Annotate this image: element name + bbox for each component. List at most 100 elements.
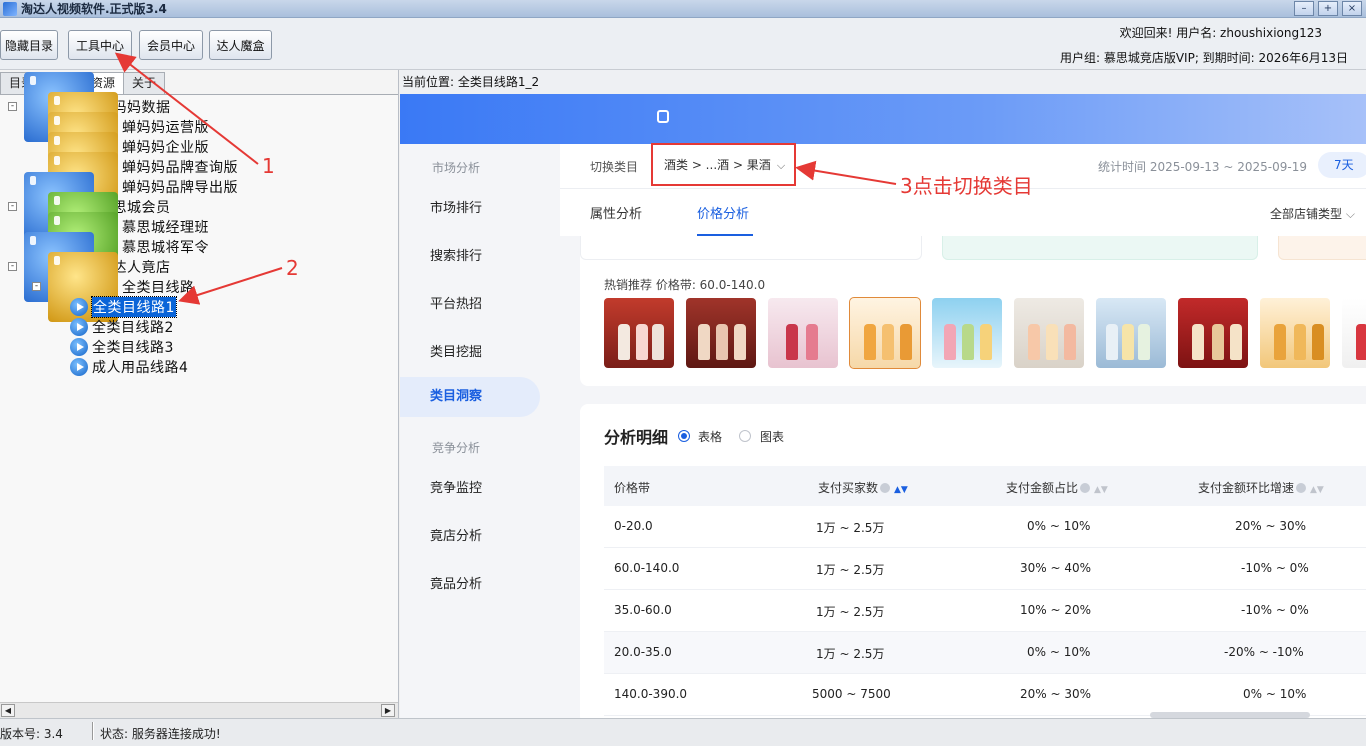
summary-card [1278, 236, 1366, 260]
nav-item-competition-monitor[interactable]: 竞争监控 [430, 477, 482, 496]
sort-icon[interactable]: ▲▼ [1310, 485, 1324, 495]
radio-table[interactable] [678, 430, 690, 442]
nav-item-product-analysis[interactable]: 竟品分析 [430, 573, 482, 592]
store-type-select[interactable]: 全部店铺类型 ⌵ [1270, 205, 1355, 222]
table-row: 35.0-60.0 1万 ~ 2.5万 10% ~ 20% -10% ~ 0% [604, 590, 1366, 632]
help-icon[interactable] [1296, 483, 1307, 493]
annotation-label-3: 3点击切换类目 [900, 174, 1033, 198]
maximize-button[interactable]: + [1318, 1, 1338, 16]
summary-card [580, 236, 922, 260]
scroll-right-icon[interactable]: ▶ [381, 704, 395, 717]
member-center-button[interactable]: 会员中心 [139, 30, 203, 60]
annotation-label-1: 1 [262, 154, 275, 178]
column-header[interactable]: 支付金额环比增速 ▲▼ [1198, 479, 1324, 496]
product-thumbnail[interactable] [1178, 298, 1248, 368]
hide-directory-button[interactable]: 隐藏目录 [0, 30, 58, 60]
welcome-text: 欢迎回来! 用户名: zhoushixiong123 [1119, 26, 1322, 40]
radio-chart[interactable] [739, 430, 751, 442]
collapse-icon[interactable]: - [8, 202, 17, 211]
product-thumbnail[interactable] [1014, 298, 1084, 368]
talent-box-button[interactable]: 达人魔盒 [209, 30, 272, 60]
web-view: 市场分析 市场排行 搜索排行 平台热招 类目挖掘 类目洞察 竞争分析 竞争监控 … [400, 94, 1366, 718]
user-group-text: 用户组: 慕思城竞店版VIP; 到期时间: 2026年6月13日 [1059, 51, 1348, 65]
column-header[interactable]: 支付金额占比 ▲▼ [1006, 479, 1108, 496]
table-row: 0-20.0 1万 ~ 2.5万 0% ~ 10% 20% ~ 30% [604, 506, 1366, 548]
collapse-icon[interactable]: - [8, 102, 17, 111]
nav-item-store-analysis[interactable]: 竟店分析 [430, 525, 482, 544]
chevron-down-icon: ⌵ [1345, 207, 1355, 221]
nav-item-market-rank[interactable]: 市场排行 [430, 197, 482, 216]
product-thumbnail[interactable] [686, 298, 756, 368]
stat-time: 统计时间 2025-09-13 ~ 2025-09-19 [1098, 160, 1307, 174]
tree-node-selected[interactable]: 全类目线路1 [70, 296, 177, 318]
annotation-highlight-box [651, 143, 796, 186]
product-thumbnail[interactable] [1096, 298, 1166, 368]
product-thumbnail[interactable] [1342, 298, 1366, 368]
detail-title: 分析明细 [604, 428, 669, 447]
tree-node[interactable]: 全类目线路2 [70, 317, 174, 337]
nav-section-competition: 竞争分析 [432, 441, 481, 455]
product-thumbnail[interactable] [604, 298, 674, 368]
close-button[interactable]: × [1342, 1, 1362, 16]
analysis-detail-card: 分析明细 表格 图表 价格带 支付买家数 ▲▼ 支付金额占比 ▲▼ 支付金额环比增速… [580, 404, 1366, 718]
shopping-bag-icon[interactable] [657, 110, 669, 123]
tab-attribute-analysis[interactable]: 属性分析 [590, 203, 642, 222]
app-icon [3, 1, 17, 16]
side-nav: 市场分析 市场排行 搜索排行 平台热招 类目挖掘 类目洞察 竞争分析 竞争监控 … [400, 144, 560, 718]
sort-icon[interactable]: ▲▼ [894, 485, 908, 495]
tab-about[interactable]: 关于 [123, 72, 166, 94]
nav-item-category-insight[interactable]: 类目洞察 [400, 377, 540, 417]
table-row: 20.0-35.0 1万 ~ 2.5万 0% ~ 10% -20% ~ -10% [604, 632, 1366, 674]
help-icon[interactable] [880, 483, 891, 493]
scroll-left-icon[interactable]: ◀ [1, 704, 15, 717]
switch-category-label: 切换类目 [590, 160, 639, 174]
product-thumbnail[interactable] [849, 297, 921, 369]
annotation-label-2: 2 [286, 256, 299, 280]
column-header: 价格带 [614, 481, 651, 495]
hot-products-card: 热销推荐 价格带: 60.0-140.0 [580, 236, 1366, 386]
status-divider [92, 722, 94, 740]
tree-node[interactable]: 全类目线路3 [70, 337, 174, 357]
tab-price-analysis[interactable]: 价格分析 [697, 203, 749, 222]
toolbar: 隐藏目录 工具中心 会员中心 达人魔盒 欢迎回来! 用户名: zhoushixi… [0, 18, 1366, 70]
table-row: 60.0-140.0 1万 ~ 2.5万 30% ~ 40% -10% ~ 0% [604, 548, 1366, 590]
collapse-icon[interactable]: - [32, 282, 41, 291]
nav-item-category-mining[interactable]: 类目挖掘 [430, 341, 482, 360]
collapse-icon[interactable]: - [8, 262, 17, 271]
right-panel: 当前位置: 全类目线路1_2 市场分析 市场排行 搜索排行 平台热招 类目挖掘 … [400, 70, 1366, 718]
status-bar: 版本号: 3.4 状态: 服务器连接成功! [0, 718, 1366, 746]
version-text: 版本号: 3.4 [0, 727, 63, 741]
radio-chart-label[interactable]: 图表 [760, 428, 784, 445]
column-header[interactable]: 支付买家数 ▲▼ [818, 479, 908, 496]
title-bar: 淘达人视频软件.正式版3.4 – + × [0, 0, 1366, 18]
tree-node[interactable]: 全类目线路 [48, 252, 195, 322]
product-thumbnail[interactable] [932, 298, 1002, 368]
hot-title: 热销推荐 价格带: 60.0-140.0 [604, 278, 766, 292]
minimize-button[interactable]: – [1294, 1, 1314, 16]
play-icon [70, 338, 88, 356]
window-title: 淘达人视频软件.正式版3.4 [21, 2, 167, 16]
summary-card [942, 236, 1258, 260]
table-header: 价格带 支付买家数 ▲▼ 支付金额占比 ▲▼ 支付金额环比增速 ▲▼ [604, 466, 1366, 506]
left-panel: 目录 查找 资源 关于 - 蝉妈妈数据 蝉妈妈运营版 蝉妈妈企业版 蝉妈妈品牌查… [0, 70, 399, 718]
play-icon [70, 298, 88, 316]
help-icon[interactable] [1080, 483, 1091, 493]
top-banner [400, 94, 1366, 144]
play-icon [70, 358, 88, 376]
breadcrumb: 当前位置: 全类目线路1_2 [400, 70, 1366, 94]
product-thumbnail[interactable] [768, 298, 838, 368]
play-icon [70, 318, 88, 336]
status-text: 状态: 服务器连接成功! [100, 727, 221, 741]
table-row: 140.0-390.0 5000 ~ 7500 20% ~ 30% 0% ~ 1… [604, 674, 1366, 716]
sort-icon[interactable]: ▲▼ [1094, 485, 1108, 495]
tool-center-button[interactable]: 工具中心 [68, 30, 132, 60]
product-thumbnails [604, 297, 1366, 369]
days-button[interactable]: 7天 [1318, 152, 1366, 178]
product-thumbnail[interactable] [1260, 298, 1330, 368]
nav-section-market: 市场分析 [432, 161, 481, 175]
tree-node[interactable]: 成人用品线路4 [70, 357, 188, 377]
nav-item-search-rank[interactable]: 搜索排行 [430, 245, 482, 264]
nav-item-platform-hot[interactable]: 平台热招 [430, 293, 482, 312]
horizontal-scrollbar[interactable]: ◀ ▶ [0, 702, 398, 718]
radio-table-label[interactable]: 表格 [698, 428, 722, 445]
